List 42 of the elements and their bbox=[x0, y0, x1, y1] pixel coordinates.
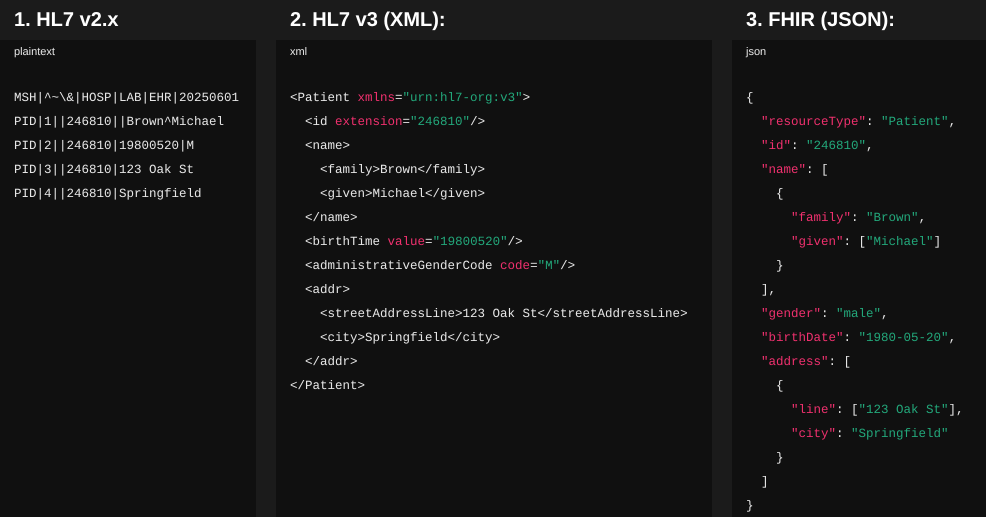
code-line: "name": [ bbox=[760, 162, 829, 179]
code-line: </Patient> bbox=[290, 378, 366, 395]
code-line: { bbox=[775, 378, 784, 395]
code-line: ] bbox=[760, 474, 769, 491]
code-line: "family": "Brown", bbox=[790, 210, 926, 227]
code-line: "given": ["Michael"] bbox=[790, 234, 942, 251]
code-line: <family>Brown</family> bbox=[319, 162, 486, 179]
code-line: "line": ["123 Oak St"], bbox=[790, 402, 964, 419]
code-line: </name> bbox=[304, 210, 358, 227]
code-line: PID|3||246810|123 Oak St bbox=[14, 162, 194, 179]
section-heading: 3. FHIR (JSON): bbox=[746, 8, 895, 33]
code-line: <Patient xmlns="urn:hl7-org:v3"> bbox=[290, 90, 530, 107]
code-line: <addr> bbox=[304, 282, 350, 299]
code-line: <birthTime value="19800520"/> bbox=[304, 234, 523, 251]
language-label: plaintext bbox=[14, 44, 55, 60]
code-line: { bbox=[775, 186, 784, 203]
code-line: } bbox=[746, 498, 754, 515]
code-line: "city": "Springfield" bbox=[790, 426, 949, 443]
code-line: <streetAddressLine>123 Oak St</streetAddressLine> bbox=[319, 306, 688, 323]
code-line: <name> bbox=[304, 138, 350, 155]
code-line: MSH|^~\&|HOSP|LAB|EHR|20250601 bbox=[14, 90, 240, 107]
code-line: { bbox=[746, 90, 754, 107]
code-line: <given>Michael</given> bbox=[319, 186, 486, 203]
code-line: } bbox=[775, 258, 784, 275]
code-line: <id extension="246810"/> bbox=[304, 114, 486, 131]
code-line: <city>Springfield</city> bbox=[319, 330, 500, 347]
code-line: </addr> bbox=[304, 354, 358, 371]
code-line: PID|2||246810|19800520|M bbox=[14, 138, 194, 155]
code-line: ], bbox=[760, 282, 776, 299]
code-line: "gender": "male", bbox=[760, 306, 889, 323]
section-heading: 1. HL7 v2.x bbox=[14, 8, 119, 33]
language-label: xml bbox=[290, 44, 308, 60]
section-heading: 2. HL7 v3 (XML): bbox=[290, 8, 446, 33]
code-line: "id": "246810", bbox=[760, 138, 874, 155]
language-label: json bbox=[746, 44, 766, 60]
code-line: } bbox=[775, 450, 784, 467]
code-line: "resourceType": "Patient", bbox=[760, 114, 956, 131]
code-line: <administrativeGenderCode code="M"/> bbox=[304, 258, 576, 275]
code-line: "address": [ bbox=[760, 354, 852, 371]
code-line: PID|1||246810||Brown^Michael bbox=[14, 114, 224, 131]
code-line: "birthDate": "1980-05-20", bbox=[760, 330, 956, 347]
code-line: PID|4||246810|Springfield bbox=[14, 186, 202, 203]
